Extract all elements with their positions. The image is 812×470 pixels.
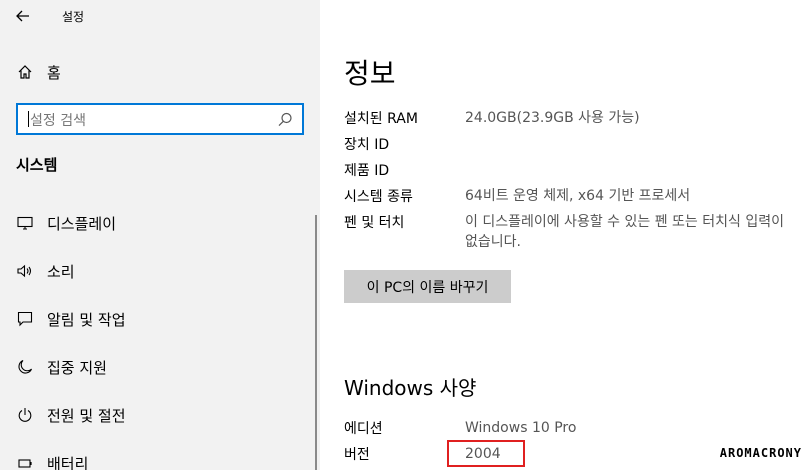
title-bar: 설정 xyxy=(0,0,320,32)
sidebar-item-label: 디스플레이 xyxy=(47,214,117,233)
sidebar-item-focus-assist[interactable]: 집중 지원 xyxy=(16,354,107,380)
sidebar-item-label: 집중 지원 xyxy=(47,358,107,377)
text-caret xyxy=(28,111,29,127)
sidebar-item-sound[interactable]: 소리 xyxy=(16,258,75,284)
spec-value: 이 디스플레이에 사용할 수 있는 펜 또는 터치식 입력이 없습니다. xyxy=(465,214,784,250)
spec-label: 장치 ID xyxy=(344,137,390,153)
spec-label: 시스템 종류 xyxy=(344,189,413,205)
sidebar-item-label: 소리 xyxy=(47,262,75,281)
app-title: 설정 xyxy=(62,10,85,24)
main-content: 정보 ····· 설치된 RAM 24.0GB(23.9GB 사용 가능) 장치… xyxy=(320,0,812,470)
sidebar-item-display[interactable]: 디스플레이 xyxy=(16,210,116,236)
battery-icon xyxy=(16,454,34,470)
search-field[interactable]: 설정 검색 xyxy=(16,103,304,135)
sidebar-scrollbar[interactable] xyxy=(315,215,317,470)
home-icon xyxy=(16,63,34,81)
spec-label: 제품 ID xyxy=(344,163,390,179)
sidebar: 설정 홈 설정 검색 시스템 디스플레이 소리 알림 및 작업 집중 지원 전원… xyxy=(0,0,320,470)
sidebar-item-label: 알림 및 작업 xyxy=(47,310,126,329)
power-icon xyxy=(16,406,34,424)
page-title: 정보 xyxy=(344,57,396,90)
sidebar-item-power-sleep[interactable]: 전원 및 절전 xyxy=(16,402,126,428)
sidebar-item-notifications[interactable]: 알림 및 작업 xyxy=(16,306,126,332)
spec-value: 24.0GB(23.9GB 사용 가능) xyxy=(465,110,640,126)
section-title: 시스템 xyxy=(16,156,58,174)
sidebar-item-label: 전원 및 절전 xyxy=(47,406,126,425)
notification-icon xyxy=(16,310,34,328)
sidebar-item-label: 배터리 xyxy=(47,454,89,470)
spec-label: 펜 및 터치 xyxy=(344,215,405,231)
search-icon[interactable] xyxy=(276,111,294,129)
back-button[interactable] xyxy=(12,6,34,26)
search-placeholder: 설정 검색 xyxy=(30,113,86,129)
spec-label: 버전 xyxy=(344,447,370,463)
sidebar-item-label: 홈 xyxy=(47,63,61,82)
windows-spec-title: Windows 사양 xyxy=(344,376,477,400)
spec-value: 64비트 운영 체제, x64 기반 프로세서 xyxy=(465,188,691,204)
rename-pc-button[interactable]: 이 PC의 이름 바꾸기 xyxy=(344,270,511,303)
version-highlight-box xyxy=(447,440,525,467)
spec-label: 에디션 xyxy=(344,421,383,437)
sidebar-item-home[interactable]: 홈 xyxy=(16,60,61,84)
speaker-icon xyxy=(16,262,34,280)
spec-label: 설치된 RAM xyxy=(344,111,418,127)
monitor-icon xyxy=(16,214,34,232)
sidebar-item-battery[interactable]: 배터리 xyxy=(16,450,88,470)
spec-value: Windows 10 Pro xyxy=(465,420,577,436)
back-arrow-icon xyxy=(16,10,29,22)
clipped-text: ····· xyxy=(465,86,527,94)
watermark: AROMACRONY xyxy=(719,446,802,460)
moon-icon xyxy=(16,358,34,376)
